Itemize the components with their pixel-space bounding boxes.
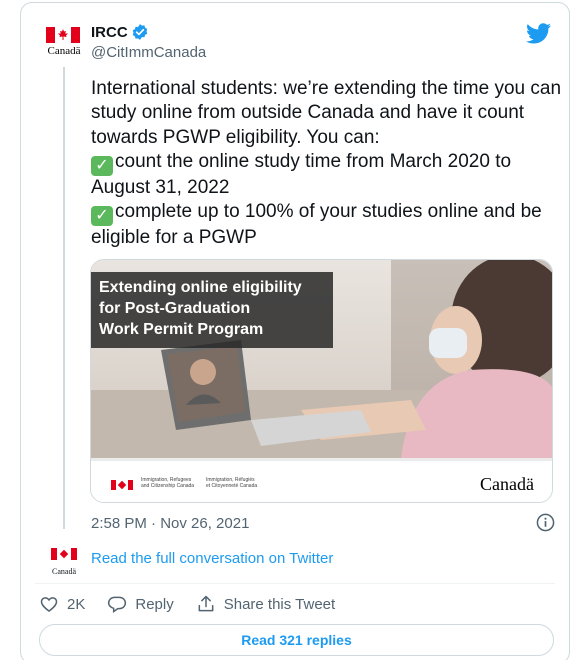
tweet-item-2: ✓ complete up to 100% of your studies onl… (91, 200, 561, 250)
canada-wordmark: Canadä (480, 474, 534, 494)
reply-label: Reply (135, 595, 174, 613)
tweet-item-2-text: complete up to 100% of your studies onli… (91, 201, 542, 249)
media-title-line: Work Permit Program (99, 321, 264, 338)
media-title-line: Extending online eligibility (99, 279, 302, 296)
share-icon (198, 595, 214, 612)
tweet-item-1: ✓ count the online study time from March … (91, 150, 561, 200)
twitter-bird-icon[interactable] (526, 23, 551, 44)
share-label: Share this Tweet (223, 595, 336, 613)
info-icon[interactable] (536, 513, 555, 532)
tweet-image[interactable]: Extending online eligibility for Post-Gr… (90, 259, 553, 503)
check-mark-icon: ✓ (91, 155, 113, 176)
tweet-text: International students: we’re extending … (91, 77, 561, 250)
like-count: 2K (67, 595, 86, 613)
conversation-avatar[interactable]: Canadä (51, 547, 77, 576)
media-title-overlay: Extending online eligibility for Post-Gr… (91, 272, 333, 348)
tweet-actions: 2K Reply Share this Tweet (39, 594, 357, 614)
read-full-conversation-link[interactable]: Read the full conversation on Twitter (91, 550, 333, 567)
canada-flag-icon (51, 548, 77, 560)
account-handle[interactable]: @CitImmCanada (91, 44, 206, 61)
like-button[interactable]: 2K (39, 594, 85, 614)
display-name[interactable]: IRCC (91, 24, 128, 41)
check-mark-icon: ✓ (91, 206, 113, 227)
tweet-item-1-text: count the online study time from March 2… (91, 150, 512, 198)
canada-flag-icon (111, 480, 133, 490)
media-footer-banner: Immigration, Refugees and Citizenship Ca… (91, 458, 552, 502)
account-avatar[interactable]: Canadä (44, 23, 82, 63)
divider (35, 583, 555, 584)
tweet-timestamp[interactable]: 2:58 PM · Nov 26, 2021 (91, 515, 249, 532)
department-name-fr: Immigration, Réfugiés et Citoyenneté Can… (206, 477, 258, 489)
thread-line (63, 67, 65, 529)
tweet-card: Canadä IRCC @CitImmCanada International … (20, 2, 570, 660)
student-laptop-photo: Extending online eligibility for Post-Gr… (91, 260, 552, 458)
read-replies-button[interactable]: Read 321 replies (39, 624, 554, 656)
verified-badge-icon (132, 24, 147, 40)
department-name-en: Immigration, Refugees and Citizenship Ca… (141, 477, 195, 489)
share-button[interactable]: Share this Tweet (196, 594, 335, 614)
avatar-wordmark: Canadä (52, 567, 76, 576)
media-title-line: for Post-Graduation (99, 300, 251, 317)
canada-flag-icon (46, 27, 80, 43)
reply-button[interactable]: Reply (107, 594, 174, 614)
tweet-intro: International students: we’re extending … (91, 78, 562, 148)
avatar-wordmark: Canadä (47, 45, 81, 57)
name-row[interactable]: IRCC (91, 23, 149, 41)
reply-bubble-icon (108, 596, 127, 613)
heart-icon (40, 597, 58, 613)
